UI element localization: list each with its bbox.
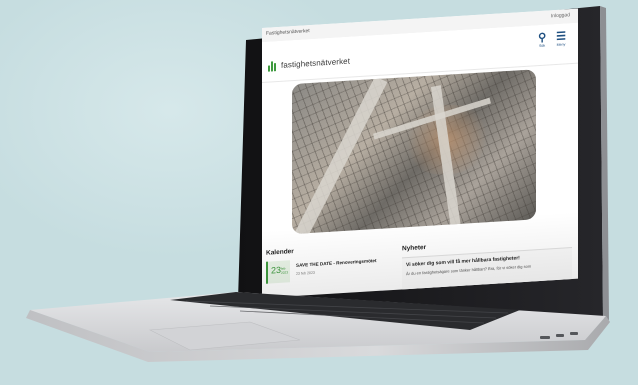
product-photo: Fastighetsnätverket Inloggad fastighetsn… bbox=[0, 0, 638, 385]
laptop-base bbox=[0, 0, 638, 385]
laptop-base-shape bbox=[26, 292, 610, 362]
